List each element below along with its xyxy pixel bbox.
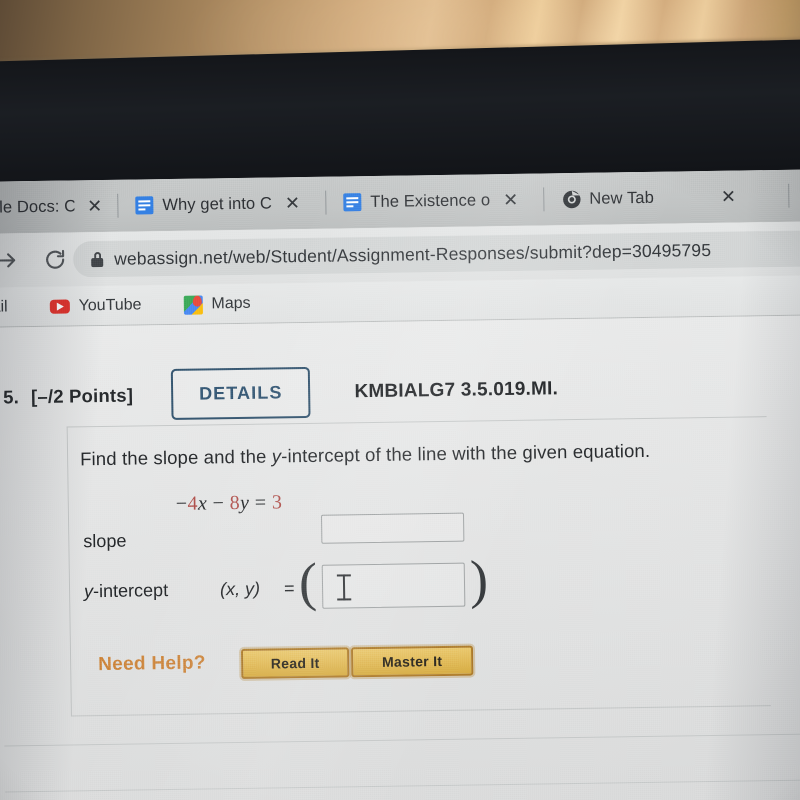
question-prompt-part2: -intercept of the line with the given eq… xyxy=(281,439,651,467)
question-header: 5. [–/2 Points] DETAILS KMBIALG7 3.5.019… xyxy=(3,363,559,422)
reload-icon[interactable] xyxy=(43,248,67,272)
browser-window: Google Docs: C ✕ Why get into C ✕ The Ex… xyxy=(0,169,800,800)
equation-lead-sign: − xyxy=(175,492,188,515)
left-parenthesis: ( xyxy=(298,551,318,613)
section-divider-1 xyxy=(4,732,800,747)
y-intercept-equals: = xyxy=(283,578,295,599)
bookmark-label: Gmail xyxy=(0,298,8,317)
question-prompt-variable: y xyxy=(271,445,282,467)
chrome-icon xyxy=(562,190,581,209)
tab-title: Google Docs: C xyxy=(0,196,75,217)
laptop-screen-photo: Google Docs: C ✕ Why get into C ✕ The Ex… xyxy=(0,0,800,800)
arrow-right-icon[interactable] xyxy=(0,248,19,272)
address-bar-url: webassign.net/web/Student/Assignment-Res… xyxy=(114,239,712,269)
bookmark-maps[interactable]: Maps xyxy=(169,294,264,315)
google-docs-icon xyxy=(343,193,362,212)
bookmark-label: YouTube xyxy=(78,296,142,315)
right-parenthesis: ) xyxy=(469,549,489,610)
equation-equals: = xyxy=(254,491,267,514)
tab-new-tab[interactable]: New Tab ✕ xyxy=(556,170,757,225)
equation-var-x: x xyxy=(197,492,208,515)
tab-separator xyxy=(325,190,327,215)
need-help-label: Need Help? xyxy=(98,652,206,676)
coordinate-pair-label: (x, y) xyxy=(219,578,261,600)
equation-var-y: y xyxy=(239,491,250,514)
tab-separator xyxy=(788,183,790,208)
y-intercept-label-variable: y xyxy=(83,581,94,602)
equation-mid-sign: − xyxy=(212,492,225,515)
text-cursor-icon xyxy=(337,574,351,600)
question-points: [–/2 Points] xyxy=(30,384,134,407)
equation: −4x − 8y = 3 xyxy=(176,491,283,516)
google-maps-icon xyxy=(183,295,203,315)
tab-close-icon[interactable]: ✕ xyxy=(717,187,740,207)
details-button[interactable]: DETAILS xyxy=(170,366,311,420)
laptop-bezel xyxy=(0,38,800,192)
tab-why-get-into[interactable]: Why get into C ✕ xyxy=(129,177,320,232)
slope-input[interactable] xyxy=(320,512,465,544)
master-it-button[interactable]: Master It xyxy=(350,645,474,678)
question-prompt-part1: Find the slope and the xyxy=(79,445,272,470)
bookmark-youtube[interactable]: YouTube xyxy=(36,296,156,316)
read-it-button[interactable]: Read It xyxy=(240,647,350,679)
tab-close-icon[interactable]: ✕ xyxy=(83,196,106,216)
tab-close-icon[interactable]: ✕ xyxy=(499,190,522,210)
equation-coef-x: 4 xyxy=(187,492,199,515)
question-code: KMBIALG7 3.5.019.MI. xyxy=(354,377,559,402)
tab-google-docs-1[interactable]: Google Docs: C ✕ xyxy=(0,180,113,234)
tab-title: The Existence o xyxy=(370,190,491,211)
youtube-icon xyxy=(49,299,70,314)
question-number: 5. xyxy=(3,385,20,407)
bookmark-label: Maps xyxy=(211,294,251,313)
tab-separator xyxy=(117,193,119,218)
lock-icon xyxy=(91,251,104,267)
bookmark-gmail[interactable]: Gmail xyxy=(0,298,22,317)
tab-close-icon[interactable]: ✕ xyxy=(281,193,304,213)
google-docs-icon xyxy=(135,196,154,215)
equation-rhs: 3 xyxy=(271,491,283,514)
tab-title: Why get into C xyxy=(162,193,273,214)
slope-label: slope xyxy=(83,530,127,552)
section-divider-2 xyxy=(5,778,800,793)
address-bar[interactable]: webassign.net/web/Student/Assignment-Res… xyxy=(72,229,800,278)
y-intercept-label: y-intercept xyxy=(84,580,168,602)
tab-the-existence[interactable]: The Existence o ✕ xyxy=(337,174,538,229)
webassign-page: 5. [–/2 Points] DETAILS KMBIALG7 3.5.019… xyxy=(0,314,800,800)
tab-title: New Tab xyxy=(589,188,655,208)
y-intercept-label-rest: -intercept xyxy=(92,580,169,602)
equation-coef-y: 8 xyxy=(229,491,241,515)
tab-separator xyxy=(543,187,545,212)
